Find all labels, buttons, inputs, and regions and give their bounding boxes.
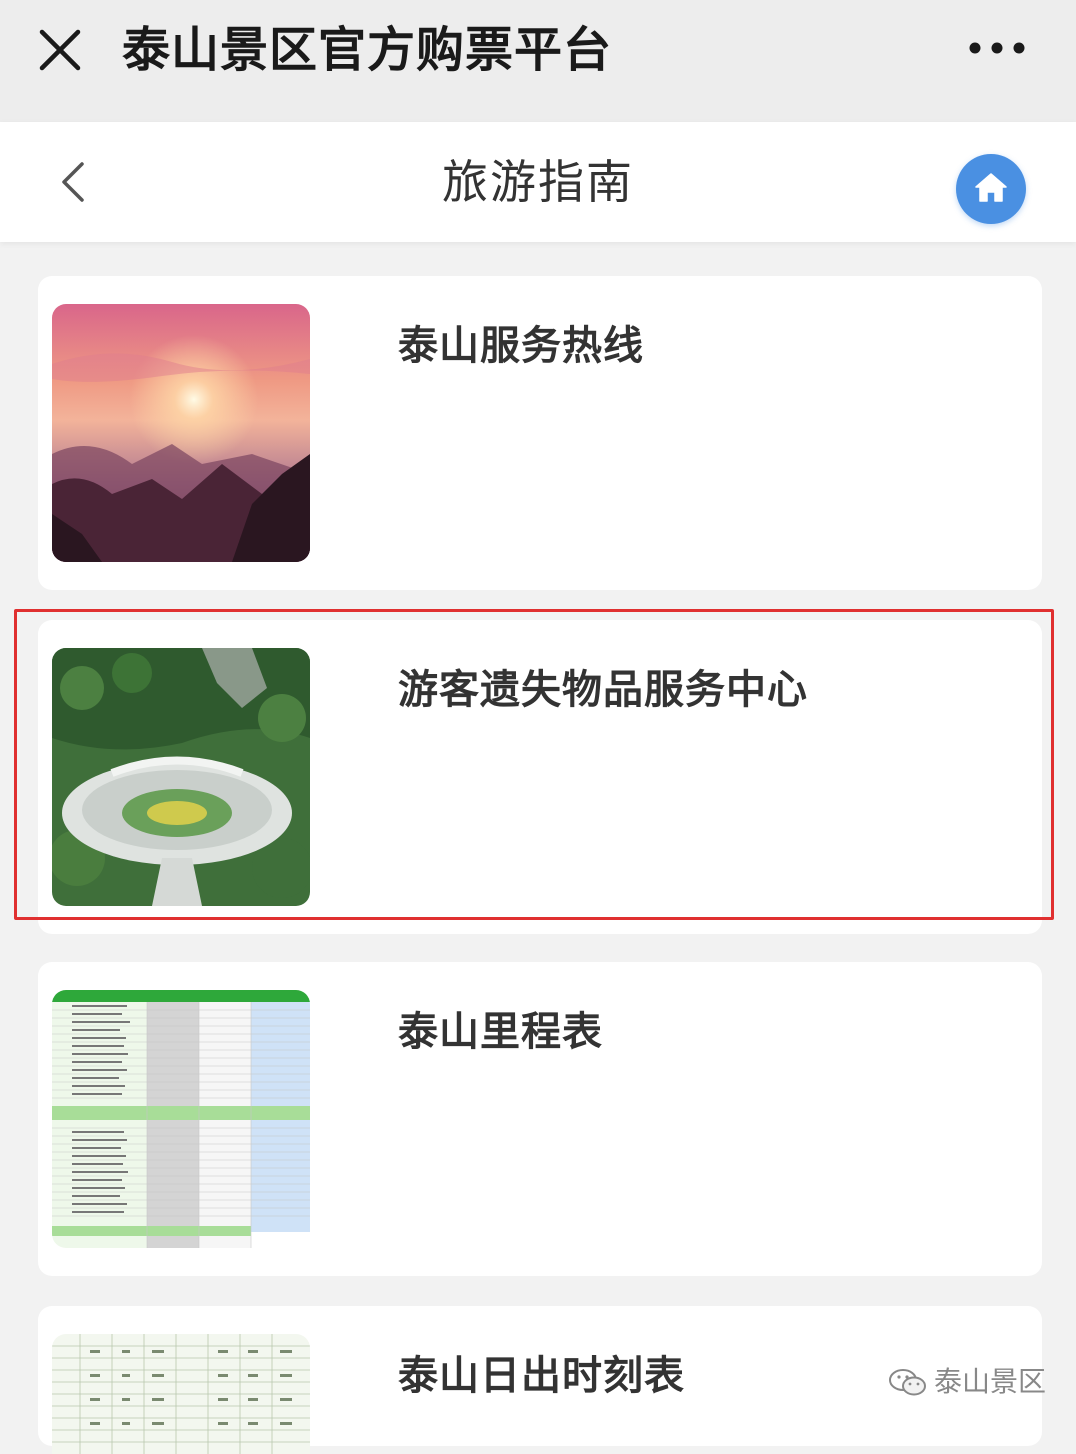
list-item-title: 泰山日出时刻表 xyxy=(398,1353,685,1399)
list-item-service-hotline[interactable]: 泰山服务热线 xyxy=(38,276,1042,590)
service-center-aerial-photo xyxy=(52,648,310,906)
home-button[interactable] xyxy=(956,154,1026,224)
list-item-lost-and-found[interactable]: 游客遗失物品服务中心 xyxy=(38,620,1042,934)
more-icon[interactable] xyxy=(966,38,1028,58)
window-titlebar: 泰山景区官方购票平台 xyxy=(0,0,1076,122)
page-header: 旅游指南 xyxy=(0,122,1076,242)
list-item-title: 泰山服务热线 xyxy=(398,323,644,369)
home-icon xyxy=(975,173,1007,202)
close-icon[interactable] xyxy=(36,26,84,74)
list-item-title: 泰山里程表 xyxy=(398,1009,603,1055)
mileage-table-image xyxy=(52,990,310,1248)
page-title: 旅游指南 xyxy=(442,155,634,209)
list-item-mileage-table[interactable]: 泰山里程表 xyxy=(38,962,1042,1276)
watermark: 泰山景区 xyxy=(888,1360,1046,1404)
window-title: 泰山景区官方购票平台 xyxy=(122,22,613,78)
sunrise-timetable-image xyxy=(52,1334,310,1454)
wechat-icon xyxy=(889,1369,926,1396)
list-item-title: 游客遗失物品服务中心 xyxy=(398,667,808,713)
watermark-text: 泰山景区 xyxy=(934,1365,1047,1398)
sunrise-sea-of-clouds-photo xyxy=(52,304,310,562)
